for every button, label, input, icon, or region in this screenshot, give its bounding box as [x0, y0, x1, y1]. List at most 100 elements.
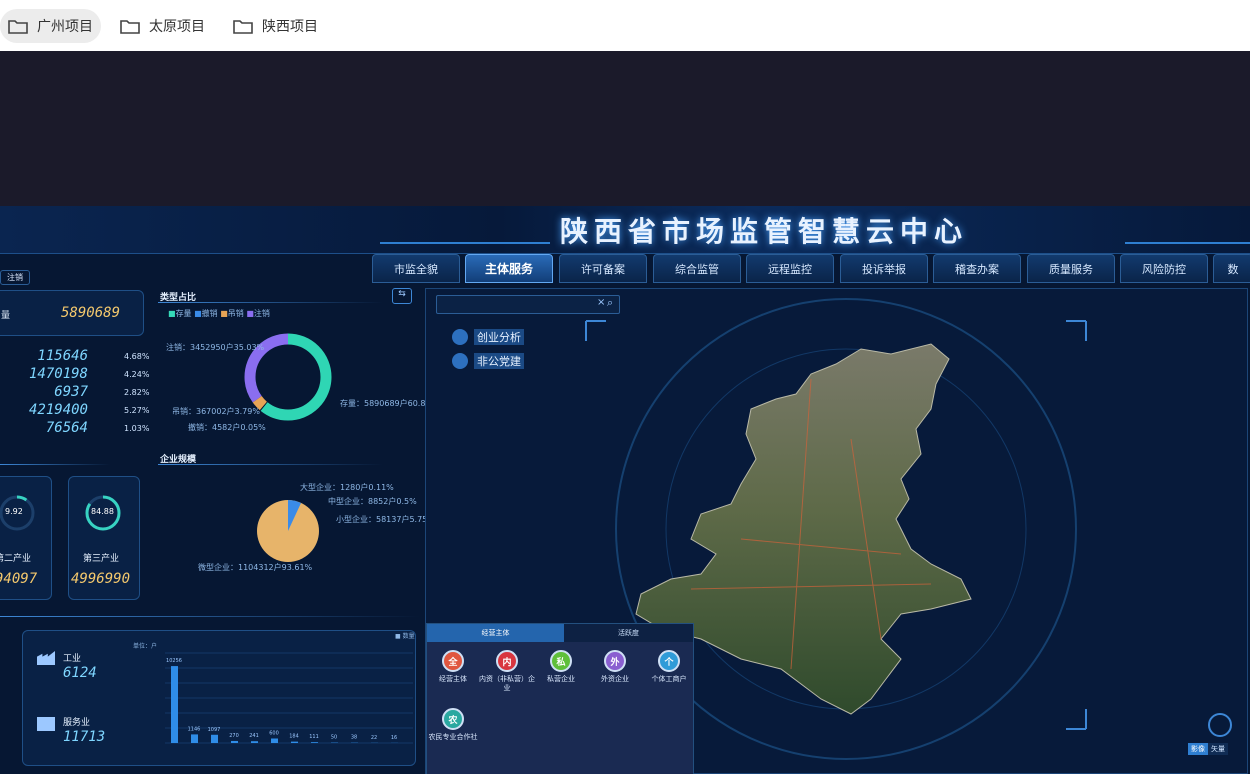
legend-item: 撤销 — [201, 309, 218, 318]
stat-value: 76564 — [45, 420, 88, 436]
dashboard: 陕西省市场监管智慧云中心 市监全貌 主体服务 许可备案 综合监管 远程监控 投诉… — [0, 206, 1250, 774]
nav-item[interactable]: 综合监管 — [653, 254, 741, 283]
tab-guangzhou[interactable]: 广州项目 — [0, 9, 101, 43]
service-count: 11713 — [63, 729, 106, 745]
entity-label: 个体工商户 — [651, 675, 687, 683]
divider — [0, 616, 420, 617]
stat-pct: 5.27% — [124, 406, 150, 415]
legend-item: 注销 — [253, 309, 270, 318]
tab-shaanxi[interactable]: 陕西项目 — [225, 9, 326, 43]
industry-name: 第二产业 — [0, 554, 32, 564]
layer-label: 创业分析 — [474, 329, 524, 345]
mode-satellite[interactable]: 影像 — [1188, 743, 1208, 755]
bar-label: 111 — [309, 734, 319, 740]
bar-label: 10256 — [166, 658, 182, 664]
bar — [251, 741, 258, 743]
tab-activity[interactable]: 活跃度 — [564, 624, 693, 642]
stat-pct: 4.24% — [124, 370, 150, 379]
browser-tab-bar: 广州项目 太原项目 陕西项目 — [0, 0, 1250, 51]
entity-item[interactable]: 全经营主体 — [423, 650, 483, 684]
donut-label: 存量：5890689户60.83% — [340, 399, 439, 408]
bar — [311, 742, 318, 743]
nav-item-active[interactable]: 主体服务 — [465, 254, 553, 283]
header-line-right — [1125, 242, 1250, 244]
entity-icon: 农 — [442, 708, 464, 730]
entity-label: 农民专业合作社 — [428, 733, 478, 741]
stat-pct: 1.03% — [124, 424, 150, 433]
nav-item[interactable]: 数 — [1213, 254, 1250, 283]
locate-icon[interactable] — [1208, 713, 1232, 737]
nav-item[interactable]: 市监全貌 — [372, 254, 460, 283]
nav-item[interactable]: 风险防控 — [1120, 254, 1208, 283]
industry-value: 4996990 — [71, 571, 131, 587]
donut-label: 撤销：4582户0.05% — [188, 423, 266, 432]
bar — [211, 734, 218, 743]
pie-label: 小型企业：58137户5.75% — [336, 515, 435, 524]
entity-item[interactable]: 私私营企业 — [531, 650, 591, 684]
nav-item[interactable]: 稽查办案 — [933, 254, 1021, 283]
bar-label: 38 — [351, 735, 357, 741]
tab-label: 陕西项目 — [262, 19, 318, 35]
building-icon — [37, 717, 55, 731]
cancel-tag[interactable]: 注销 — [0, 270, 30, 285]
donut-label: 吊销：367002户3.79% — [172, 407, 260, 416]
pie-label: 微型企业：1104312户93.61% — [198, 563, 313, 572]
header-line-left — [380, 242, 550, 244]
layer-icon — [452, 329, 468, 345]
entity-item[interactable]: 农农民专业合作社 — [423, 708, 483, 742]
industry-card: 84.88 第三产业 4996990 — [68, 476, 140, 600]
search-input[interactable] — [439, 297, 589, 312]
chart-legend: ■ 数量 — [395, 633, 415, 640]
layer-item[interactable]: 非公党建 — [452, 353, 524, 369]
search-icon[interactable]: ⌕ — [607, 296, 613, 310]
folder-icon — [8, 20, 28, 34]
clear-icon[interactable]: × — [597, 297, 605, 308]
dashboard-header: 陕西省市场监管智慧云中心 — [0, 206, 1250, 254]
nav-item[interactable]: 许可备案 — [559, 254, 647, 283]
folder-icon — [233, 20, 253, 34]
nav-item[interactable]: 质量服务 — [1027, 254, 1115, 283]
bar-chart: 10256 1146 1097 270 241 600 184 111 50 38 22 16 — [165, 652, 413, 744]
total-card: 量 5890689 — [0, 290, 144, 336]
pie-label: 大型企业：1280户0.11% — [300, 483, 394, 492]
entity-item[interactable]: 外外资企业 — [585, 650, 645, 684]
bar-label: 1097 — [208, 727, 221, 733]
industry-label: 工业 — [63, 654, 82, 664]
entity-item[interactable]: 个个体工商户 — [639, 650, 699, 684]
folder-icon — [120, 20, 140, 34]
mode-vector[interactable]: 矢量 — [1208, 743, 1228, 755]
gauge-value: 84.88 — [91, 507, 114, 516]
bar-label: 22 — [371, 735, 377, 741]
bar — [171, 666, 178, 743]
page-title: 陕西省市场监管智慧云中心 — [560, 215, 969, 248]
tab-taiyuan[interactable]: 太原项目 — [112, 9, 213, 43]
scale-pie — [257, 500, 319, 562]
bar — [271, 738, 278, 743]
layer-item[interactable]: 创业分析 — [452, 329, 524, 345]
entity-item[interactable]: 内内资（非私营）企业 — [477, 650, 537, 693]
nav-item[interactable]: 投诉举报 — [840, 254, 928, 283]
entity-icon: 全 — [442, 650, 464, 672]
industry-card: 9.92 第二产业 94097 — [0, 476, 52, 600]
bar-label: 1146 — [188, 726, 201, 732]
total-label: 量 — [1, 311, 11, 321]
gauge-value: 9.92 — [5, 507, 23, 516]
map-panel: × ⌕ 创业分析 非公党建 经营主体 活跃度 全经营主体内内资（非私营）企业私私… — [425, 288, 1248, 774]
type-legend: ■存量 ■撤销 ■吊销 ■注销 — [168, 309, 270, 318]
bar-label: 50 — [331, 735, 337, 741]
switch-icon[interactable]: ⇆ — [392, 288, 412, 304]
tab-label: 太原项目 — [149, 19, 205, 35]
title-bar — [158, 302, 383, 303]
bar — [231, 740, 238, 743]
tab-label: 广州项目 — [37, 19, 93, 35]
stat-value: 115646 — [37, 348, 88, 364]
donut-label: 注销：3452950户35.03% — [166, 343, 265, 352]
pie-label: 中型企业：8852户0.5% — [328, 497, 417, 506]
bar-label: 184 — [289, 734, 299, 740]
nav-item[interactable]: 远程监控 — [746, 254, 834, 283]
stat-pct: 2.82% — [124, 388, 150, 397]
entity-icon: 私 — [550, 650, 572, 672]
legend-item: 吊销 — [227, 309, 244, 318]
entity-label: 经营主体 — [439, 675, 467, 683]
tab-business-entity[interactable]: 经营主体 — [427, 624, 564, 642]
